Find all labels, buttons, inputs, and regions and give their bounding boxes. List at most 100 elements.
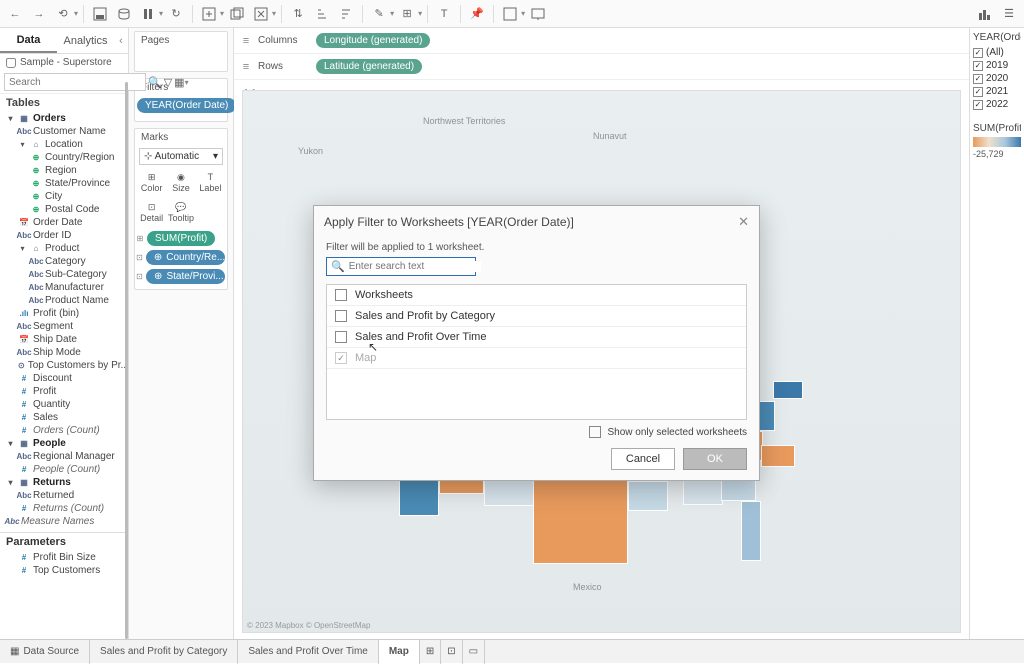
field-discount[interactable]: #Discount xyxy=(4,372,126,385)
datasource-row[interactable]: Sample - Superstore xyxy=(0,54,128,71)
sort-desc-icon[interactable] xyxy=(335,3,357,25)
field-city[interactable]: ⊕City xyxy=(4,190,126,203)
legend-item-2019[interactable]: ✓2019 xyxy=(973,59,1021,72)
clear-icon[interactable] xyxy=(250,3,272,25)
new-datasource-icon[interactable] xyxy=(113,3,135,25)
highlight-icon[interactable]: ✎ xyxy=(368,3,390,25)
rows-pill[interactable]: Latitude (generated) xyxy=(316,59,422,74)
param-profit-bin[interactable]: #Profit Bin Size xyxy=(4,551,126,564)
close-icon[interactable]: ✕ xyxy=(738,214,749,230)
view-icon[interactable]: ▦ xyxy=(174,74,184,90)
marks-detail[interactable]: ⊡Detail xyxy=(137,197,166,227)
back-icon[interactable]: ← xyxy=(4,3,26,25)
table-orders[interactable]: ▾▦Orders xyxy=(4,112,126,125)
field-state[interactable]: ⊕State/Province xyxy=(4,177,126,190)
filter-icon[interactable]: ▽ xyxy=(164,74,172,90)
marks-size[interactable]: ◉Size xyxy=(166,167,195,197)
presentation-icon[interactable] xyxy=(527,3,549,25)
field-regional-manager[interactable]: AbcRegional Manager xyxy=(4,450,126,463)
dialog-search[interactable]: 🔍 xyxy=(326,257,476,276)
field-product[interactable]: ▾⌂Product xyxy=(4,242,126,255)
field-profit[interactable]: #Profit xyxy=(4,385,126,398)
guide-icon[interactable]: ☰ xyxy=(998,3,1020,25)
field-returns-count[interactable]: #Returns (Count) xyxy=(4,502,126,515)
color-gradient[interactable] xyxy=(973,137,1021,147)
field-quantity[interactable]: #Quantity xyxy=(4,398,126,411)
tab-datasource[interactable]: ▦Data Source xyxy=(0,640,90,664)
refresh-icon[interactable]: ↻ xyxy=(165,3,187,25)
map-label: Nunavut xyxy=(593,131,627,141)
marks-color[interactable]: ⊞Color xyxy=(137,167,166,197)
field-customer-name[interactable]: AbcCustomer Name xyxy=(4,125,126,138)
list-item[interactable]: Sales and Profit by Category xyxy=(327,306,746,327)
field-postal[interactable]: ⊕Postal Code xyxy=(4,203,126,216)
tab-sales-profit-time[interactable]: Sales and Profit Over Time xyxy=(238,640,379,664)
show-only-checkbox[interactable] xyxy=(589,426,601,438)
field-location[interactable]: ▾⌂Location xyxy=(4,138,126,151)
cancel-button[interactable]: Cancel xyxy=(611,448,675,470)
list-header-worksheets[interactable]: Worksheets xyxy=(327,285,746,306)
legend-item-2022[interactable]: ✓2022 xyxy=(973,98,1021,111)
fields-tree: ▾▦Orders AbcCustomer Name ▾⌂Location ⊕Co… xyxy=(0,112,128,532)
dialog-search-input[interactable] xyxy=(349,261,481,272)
tab-analytics[interactable]: Analytics xyxy=(57,28,114,53)
field-category[interactable]: AbcCategory xyxy=(4,255,126,268)
new-worksheet-icon[interactable] xyxy=(198,3,220,25)
new-story-icon[interactable]: ▭ xyxy=(463,640,485,664)
legend-item-2020[interactable]: ✓2020 xyxy=(973,72,1021,85)
ok-button[interactable]: OK xyxy=(683,448,747,470)
collapse-panel-icon[interactable]: ‹ xyxy=(114,28,128,53)
field-region[interactable]: ⊕Region xyxy=(4,164,126,177)
list-item[interactable]: Sales and Profit Over Time xyxy=(327,327,746,348)
table-returns[interactable]: ▾▦Returns xyxy=(4,476,126,489)
tab-sales-profit-category[interactable]: Sales and Profit by Category xyxy=(90,640,238,664)
field-country[interactable]: ⊕Country/Region xyxy=(4,151,126,164)
fix-axes-icon[interactable]: 📌 xyxy=(466,3,488,25)
sort-asc-icon[interactable] xyxy=(311,3,333,25)
mark-pill-country[interactable]: ⊕Country/Re... xyxy=(146,250,225,265)
fit-icon[interactable] xyxy=(499,3,521,25)
label-icon[interactable]: T xyxy=(433,3,455,25)
connect-icon[interactable]: ⟲ xyxy=(52,3,74,25)
mark-pill-state[interactable]: ⊕State/Provi... xyxy=(146,269,225,284)
marks-label[interactable]: TLabel xyxy=(196,167,225,197)
tab-data[interactable]: Data xyxy=(0,28,57,53)
search-icon[interactable]: 🔍 xyxy=(148,74,162,90)
field-measure-names[interactable]: AbcMeasure Names xyxy=(4,515,126,528)
columns-pill[interactable]: Longitude (generated) xyxy=(316,33,430,48)
field-people-count[interactable]: #People (Count) xyxy=(4,463,126,476)
legend-item-all[interactable]: ✓(All) xyxy=(973,46,1021,59)
field-profit-bin[interactable]: .ılıProfit (bin) xyxy=(4,307,126,320)
mark-pill-sum-profit[interactable]: SUM(Profit) xyxy=(147,231,215,246)
field-manufacturer[interactable]: AbcManufacturer xyxy=(4,281,126,294)
field-returned[interactable]: AbcReturned xyxy=(4,489,126,502)
new-dashboard-icon[interactable]: ⊡ xyxy=(441,640,462,664)
field-product-name[interactable]: AbcProduct Name xyxy=(4,294,126,307)
field-ship-date[interactable]: 📅Ship Date xyxy=(4,333,126,346)
forward-icon[interactable]: → xyxy=(28,3,50,25)
field-sales[interactable]: #Sales xyxy=(4,411,126,424)
field-order-date[interactable]: 📅Order Date xyxy=(4,216,126,229)
duplicate-icon[interactable] xyxy=(226,3,248,25)
param-top-customers[interactable]: #Top Customers xyxy=(4,564,126,577)
filter-pill-year[interactable]: YEAR(Order Date) xyxy=(137,98,236,113)
show-me-icon[interactable] xyxy=(974,3,996,25)
save-icon[interactable] xyxy=(89,3,111,25)
group-icon[interactable]: ⊞ xyxy=(396,3,418,25)
field-orders-count[interactable]: #Orders (Count) xyxy=(4,424,126,437)
field-segment[interactable]: AbcSegment xyxy=(4,320,126,333)
field-ship-mode[interactable]: AbcShip Mode xyxy=(4,346,126,359)
field-subcategory[interactable]: AbcSub-Category xyxy=(4,268,126,281)
pages-card[interactable]: Pages xyxy=(134,31,228,72)
swap-icon[interactable]: ⇅ xyxy=(287,3,309,25)
new-sheet-icon[interactable]: ⊞ xyxy=(420,640,441,664)
field-order-id[interactable]: AbcOrder ID xyxy=(4,229,126,242)
scrollbar[interactable] xyxy=(125,82,128,639)
pause-icon[interactable] xyxy=(137,3,159,25)
mark-type-dropdown[interactable]: ⊹ Automatic▾ xyxy=(139,148,223,165)
legend-item-2021[interactable]: ✓2021 xyxy=(973,85,1021,98)
tab-map[interactable]: Map xyxy=(379,640,420,664)
table-people[interactable]: ▾▦People xyxy=(4,437,126,450)
marks-tooltip[interactable]: 💬Tooltip xyxy=(166,197,195,227)
field-top-customers[interactable]: ⊙Top Customers by Pr... xyxy=(4,359,126,372)
